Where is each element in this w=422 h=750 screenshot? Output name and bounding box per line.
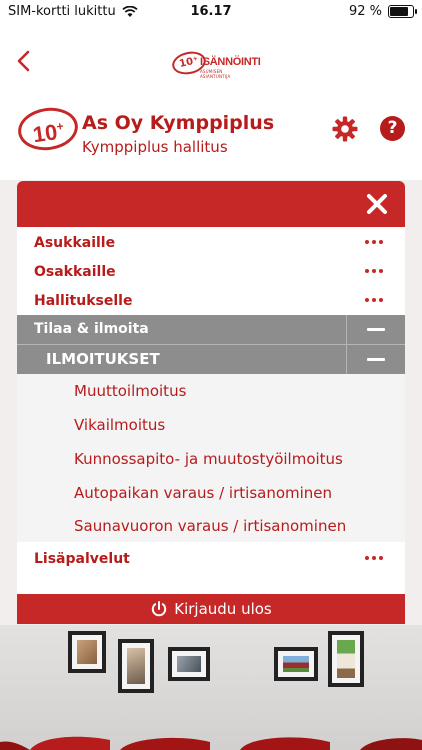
logout-button[interactable]: Kirjaudu ulos	[17, 594, 405, 624]
more-dots-icon[interactable]	[365, 240, 383, 244]
menu-item-label: Osakkaille	[34, 263, 116, 280]
collapse-toggle[interactable]	[346, 345, 405, 374]
photo-frame	[118, 639, 154, 693]
menu-item-label: Asukkaille	[34, 234, 116, 251]
brand-word: ISÄNNÖINTI	[200, 56, 261, 68]
photo-frame	[328, 631, 364, 687]
nav-bar: 10⁺ ISÄNNÖINTI ASUMISEN ASIANTUNTIJA	[0, 26, 422, 96]
company-subtitle: Kymppiplus hallitus	[82, 138, 228, 156]
battery-percent: 92 %	[348, 4, 382, 19]
power-icon	[152, 601, 167, 617]
section-label: Tilaa & ilmoita	[34, 321, 149, 337]
section-tilaa-ilmoita[interactable]: Tilaa & ilmoita	[17, 315, 405, 345]
subsection-ilmoitukset[interactable]: ILMOITUKSET	[17, 345, 405, 374]
back-chevron-icon[interactable]	[12, 46, 36, 76]
sub-item-muuttoilmoitus[interactable]: Muuttoilmoitus	[74, 382, 186, 400]
menu-item-osakkaille[interactable]: Osakkaille	[17, 257, 405, 286]
sub-item-saunavuoro[interactable]: Saunavuoron varaus / irtisanominen	[74, 517, 346, 535]
brand-logo: 10⁺ ISÄNNÖINTI ASUMISEN ASIANTUNTIJA	[170, 48, 261, 79]
logout-label: Kirjaudu ulos	[174, 600, 272, 618]
company-header: 10+ As Oy Kymppiplus Kymppiplus hallitus…	[0, 96, 422, 180]
brand-tagline: ASUMISEN ASIANTUNTIJA	[200, 69, 231, 79]
sofa-graphic	[0, 736, 422, 750]
close-icon[interactable]	[365, 192, 389, 216]
menu-panel-header	[17, 181, 405, 227]
sub-item-autopaikka[interactable]: Autopaikan varaus / irtisanominen	[74, 484, 332, 502]
menu-item-hallitukselle[interactable]: Hallitukselle	[17, 286, 405, 315]
help-icon[interactable]: ?	[380, 116, 405, 141]
battery-icon	[388, 5, 417, 18]
menu-item-asukkaille[interactable]: Asukkaille	[17, 228, 405, 257]
photo-frame	[68, 631, 106, 673]
sub-item-vikailmoitus[interactable]: Vikailmoitus	[74, 416, 165, 434]
photo-frame	[168, 647, 210, 681]
more-dots-icon[interactable]	[365, 556, 383, 560]
ilmoitukset-list: Muuttoilmoitus Vikailmoitus Kunnossapito…	[17, 374, 405, 542]
collapse-toggle[interactable]	[346, 315, 405, 344]
status-bar: SIM-kortti lukittu 16.17 92 %	[0, 0, 422, 26]
photo-frame	[274, 647, 318, 681]
sub-item-kunnossapito[interactable]: Kunnossapito- ja muutostyöilmoitus	[74, 450, 343, 468]
subsection-label: ILMOITUKSET	[46, 350, 160, 368]
minus-icon	[367, 328, 385, 331]
menu-item-label: Lisäpalvelut	[34, 550, 130, 567]
menu-panel: Asukkaille Osakkaille Hallitukselle Tila…	[17, 181, 405, 623]
company-name: As Oy Kymppiplus	[82, 112, 275, 134]
company-logo: 10+	[15, 104, 81, 154]
settings-gear-icon[interactable]	[332, 116, 358, 142]
more-dots-icon[interactable]	[365, 298, 383, 302]
menu-item-label: Hallitukselle	[34, 292, 133, 309]
minus-icon	[367, 358, 385, 361]
more-dots-icon[interactable]	[365, 269, 383, 273]
background-photo	[0, 625, 422, 750]
menu-item-lisapalvelut[interactable]: Lisäpalvelut	[17, 544, 405, 573]
